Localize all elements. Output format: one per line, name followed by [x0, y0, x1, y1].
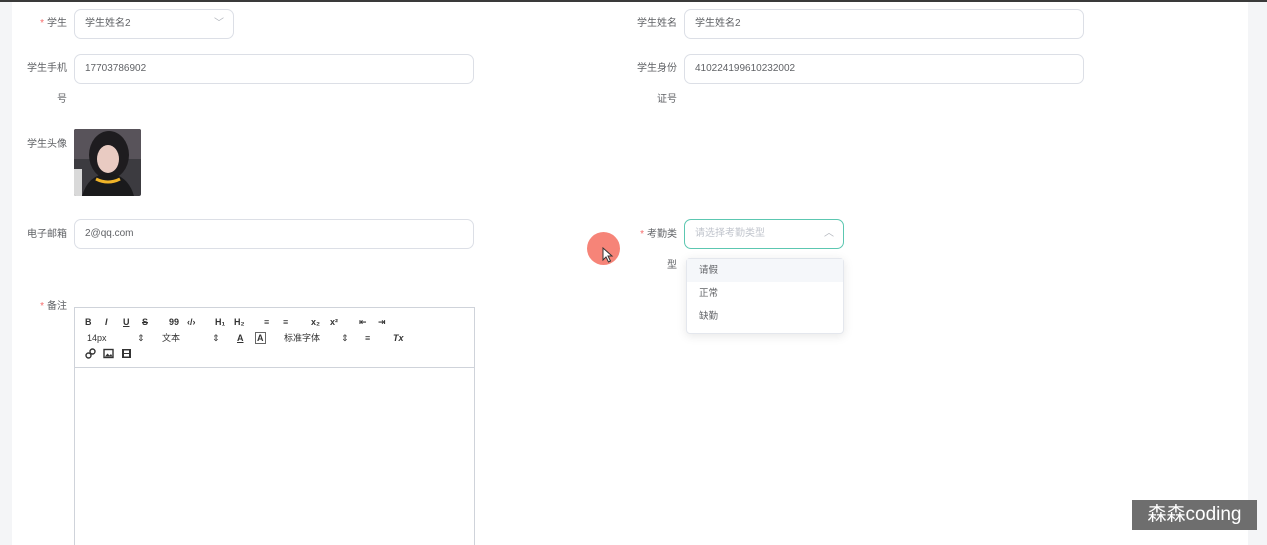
- superscript-button[interactable]: x²: [330, 316, 338, 328]
- background-color-button[interactable]: A: [255, 332, 266, 344]
- email-input[interactable]: 2@qq.com: [74, 219, 474, 249]
- avatar-label: 学生头像: [27, 139, 67, 150]
- required-mark: *: [640, 229, 644, 240]
- font-family-select[interactable]: 标准字体: [284, 332, 320, 344]
- avatar-image[interactable]: [74, 129, 141, 196]
- dropdown-option-absent[interactable]: 缺勤: [687, 305, 843, 328]
- link-icon[interactable]: [85, 348, 96, 362]
- video-icon[interactable]: [121, 348, 132, 362]
- attendance-type-label: * 考勤类: [640, 229, 677, 240]
- editor-content-area[interactable]: [75, 368, 474, 545]
- bullet-list-button[interactable]: ≡: [283, 316, 288, 328]
- rich-text-editor: B I U S 99 ‹/› H₁ H₂ ≡ ≡ x₂ x² ⇤ ⇥ 14px …: [74, 307, 475, 545]
- font-size-select-arrow: ⇕: [137, 333, 145, 343]
- avatar-photo: [74, 129, 141, 196]
- outdent-button[interactable]: ⇤: [359, 316, 367, 328]
- student-select-value: 学生姓名2: [85, 18, 131, 29]
- indent-button[interactable]: ⇥: [378, 316, 386, 328]
- header-select[interactable]: 文本: [162, 332, 180, 344]
- mouse-pointer-icon: [602, 247, 614, 263]
- student-label: * 学生: [40, 18, 67, 29]
- align-button[interactable]: ≡: [365, 332, 370, 344]
- heading2-button[interactable]: H₂: [234, 316, 245, 328]
- font-family-select-arrow: ⇕: [341, 333, 349, 343]
- italic-button[interactable]: I: [105, 316, 108, 328]
- font-color-button[interactable]: A: [237, 332, 244, 344]
- font-size-select[interactable]: 14px: [87, 332, 107, 344]
- chevron-up-icon: ︿: [824, 228, 834, 239]
- student-select[interactable]: 学生姓名2 ﹀: [74, 9, 234, 39]
- strike-button[interactable]: S: [142, 316, 148, 328]
- image-icon[interactable]: [103, 348, 114, 362]
- subscript-button[interactable]: x₂: [311, 316, 320, 328]
- watermark: 森森coding: [1132, 500, 1257, 530]
- dropdown-option-leave[interactable]: 请假: [687, 259, 843, 282]
- phone-input[interactable]: 17703786902: [74, 54, 474, 84]
- phone-label-line2: 号: [57, 94, 67, 105]
- header-select-arrow: ⇕: [212, 333, 220, 343]
- ordered-list-button[interactable]: ≡: [264, 316, 269, 328]
- required-mark: *: [40, 18, 44, 29]
- code-block-button[interactable]: ‹/›: [187, 316, 196, 328]
- id-card-input[interactable]: 410224199610232002: [684, 54, 1084, 84]
- bold-button[interactable]: B: [85, 316, 92, 328]
- phone-label: 学生手机: [27, 63, 67, 74]
- chevron-down-icon: ﹀: [214, 18, 224, 29]
- blockquote-button[interactable]: 99: [169, 316, 179, 328]
- student-name-input[interactable]: 学生姓名2: [684, 9, 1084, 39]
- attendance-type-label-line2: 型: [667, 260, 677, 271]
- dropdown-option-normal[interactable]: 正常: [687, 282, 843, 305]
- underline-button[interactable]: U: [123, 316, 130, 328]
- heading1-button[interactable]: H₁: [215, 316, 225, 328]
- editor-toolbar: B I U S 99 ‹/› H₁ H₂ ≡ ≡ x₂ x² ⇤ ⇥ 14px …: [75, 308, 474, 368]
- email-label: 电子邮箱: [27, 229, 67, 240]
- id-card-label: 学生身份: [637, 63, 677, 74]
- clean-format-button[interactable]: Tx: [393, 332, 404, 344]
- attendance-type-placeholder: 请选择考勤类型: [695, 228, 765, 239]
- attendance-type-select[interactable]: 请选择考勤类型 ︿: [684, 219, 844, 249]
- remark-label: * 备注: [40, 301, 67, 312]
- student-name-label: 学生姓名: [637, 18, 677, 29]
- required-mark: *: [40, 301, 44, 312]
- id-card-label-line2: 证号: [657, 94, 677, 105]
- attendance-type-dropdown: 请假 正常 缺勤: [686, 258, 844, 334]
